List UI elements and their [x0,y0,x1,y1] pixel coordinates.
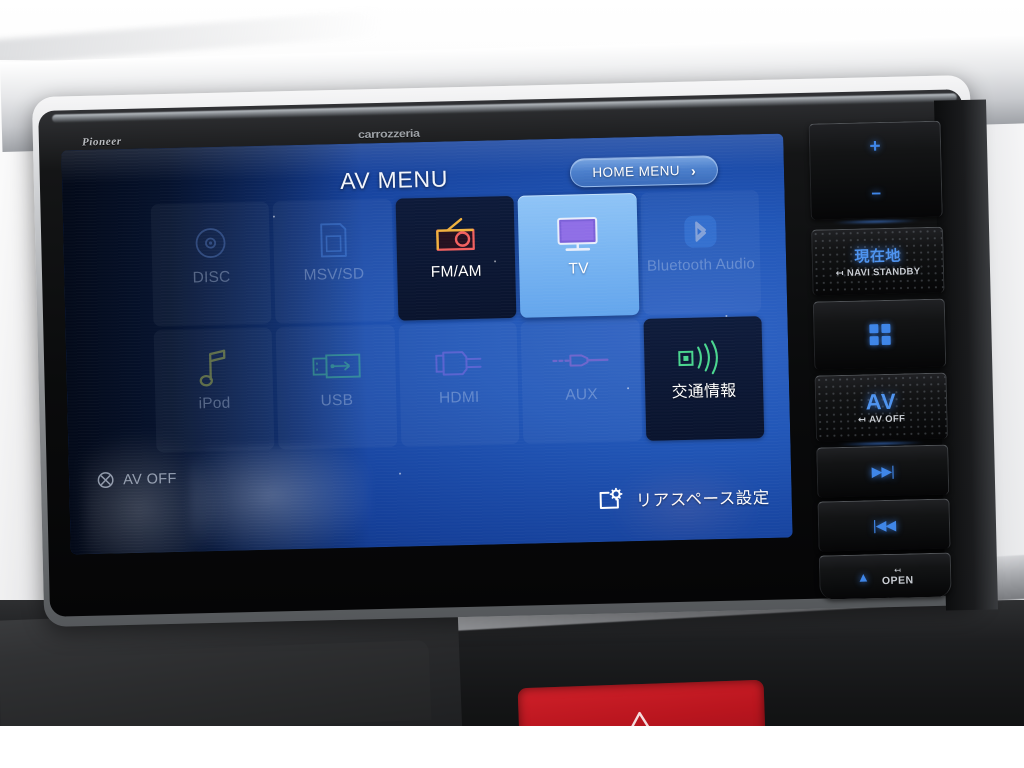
tile-label: iPod [198,394,231,413]
av-off-sublabel: ↤ AV OFF [857,413,906,426]
tile-label: 交通情報 [671,382,737,402]
tile-bluetooth-audio[interactable]: Bluetooth Audio [640,190,762,315]
tv-icon [545,208,610,261]
screenshot-root: Pioneer carrozzeria AV MENU HOME MENU › [0,0,1024,768]
volume-up-icon[interactable]: + [869,136,881,157]
grid-menu-button[interactable] [812,298,947,370]
usb-icon [303,339,368,392]
tile-usb[interactable]: USB [275,324,398,450]
hdmi-icon [426,337,491,390]
sd-card-icon [301,213,366,266]
carrozzeria-logo: carrozzeria [357,127,420,141]
tile-hdmi[interactable]: HDMI [398,321,520,447]
tile-tv[interactable]: TV [517,193,639,318]
tile-label: USB [320,391,354,410]
disc-icon [178,216,243,269]
back-arrow-icon: ↤ [894,565,901,575]
tile-label: TV [568,260,589,278]
volume-down-icon[interactable]: − [871,184,881,203]
grid-squares-icon [868,323,891,346]
lcd-screen[interactable]: AV MENU HOME MENU › DISC MSV/SD FM/AM TV… [61,133,793,555]
eject-icon: ▲ [856,569,870,585]
broadcast-icon [671,331,736,384]
navi-standby-sublabel: ↤ NAVI STANDBY [835,266,921,280]
navi-label: 現在地 [854,247,902,266]
volume-rocker-button[interactable]: + − [808,120,943,220]
radio-icon [423,211,488,264]
tile-label: Bluetooth Audio [646,255,756,275]
prev-track-button[interactable]: |◀◀ [817,498,951,552]
source-tile-grid: DISC MSV/SD FM/AM TV Bluetooth Audio iPo… [150,190,765,453]
back-arrow-icon: ↤ [835,267,845,280]
tile-label: MSV/SD [303,265,365,284]
screen-glare-left [81,428,226,555]
navi-current-location-button[interactable]: 現在地 ↤ NAVI STANDBY [811,226,945,296]
back-arrow-icon: ↤ [857,413,867,426]
prev-track-icon: |◀◀ [872,516,896,534]
tile-label: HDMI [438,388,480,407]
tile-msv-sd[interactable]: MSV/SD [272,198,395,324]
tile-label: DISC [192,268,231,287]
tile-traffic-info[interactable]: 交通情報 [643,316,765,441]
image-bottom-border [0,726,1024,768]
next-track-icon: ▶▶| [871,462,895,480]
av-label: AV [865,388,897,414]
av-source-button[interactable]: AV ↤ AV OFF [814,372,949,442]
music-note-icon [181,342,246,395]
dashboard-leather-panel [0,639,432,737]
tile-aux[interactable]: AUX [520,318,642,444]
eject-open-button[interactable]: ▲ ↤ OPEN [818,552,952,600]
pioneer-logo: Pioneer [81,135,122,149]
tile-fm-am[interactable]: FM/AM [395,195,517,321]
tile-label: FM/AM [430,262,482,281]
aux-jack-icon [548,334,613,387]
tile-disc[interactable]: DISC [150,201,272,327]
bluetooth-icon [668,205,733,258]
open-label: OPEN [881,573,914,587]
tile-label: AUX [565,385,599,404]
hardware-button-column: + − 現在地 ↤ NAVI STANDBY AV ↤ AV OFF ▶▶| |… [794,102,974,606]
next-track-button[interactable]: ▶▶| [816,444,950,498]
